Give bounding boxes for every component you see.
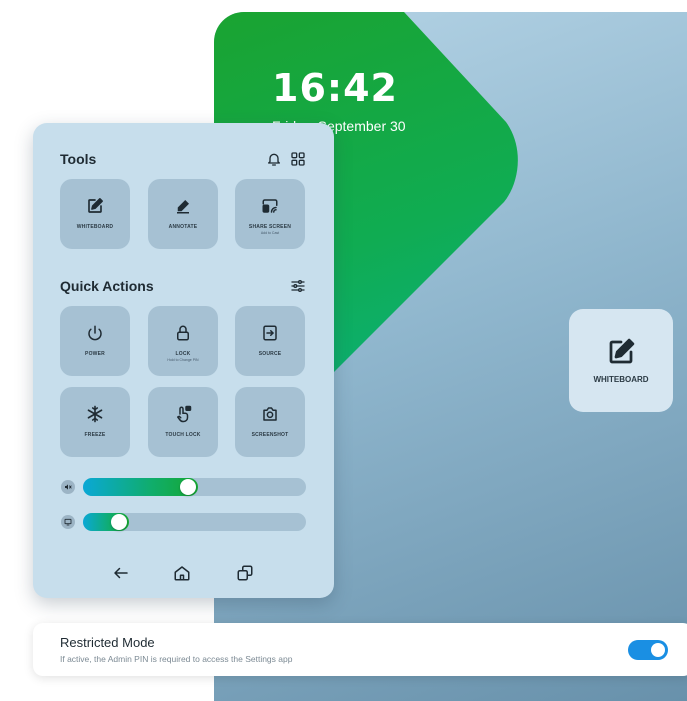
recent-apps-icon[interactable]: [236, 564, 254, 582]
tool-share-screen-button[interactable]: SHARE SCREEN Add to Cast: [235, 179, 305, 249]
tool-sublabel: Add to Cast: [260, 231, 280, 235]
tool-label: SHARE SCREEN: [248, 224, 292, 230]
tools-title: Tools: [60, 151, 97, 167]
action-label: FREEZE: [84, 432, 106, 438]
action-power-button[interactable]: POWER: [60, 306, 130, 376]
action-label: SOURCE: [258, 351, 282, 357]
action-lock-button[interactable]: LOCK Hold to Change PIN: [148, 306, 218, 376]
action-label: POWER: [85, 351, 105, 357]
pen-icon: [177, 200, 189, 214]
whiteboard-icon: [609, 338, 635, 364]
action-label: TOUCH LOCK: [165, 432, 201, 438]
action-label: SCREENSHOT: [251, 432, 289, 438]
action-sublabel: Hold to Change PIN: [167, 358, 199, 362]
source-icon: [263, 325, 277, 341]
volume-slider-knob[interactable]: [179, 479, 196, 495]
back-arrow-icon[interactable]: [112, 564, 130, 582]
lock-icon: [177, 325, 189, 341]
cast-icon: [262, 199, 278, 213]
tool-annotate-button[interactable]: ANNOTATE: [148, 179, 218, 249]
snowflake-icon: [87, 405, 103, 423]
restricted-mode-toggle[interactable]: [628, 640, 668, 660]
touch-lock-icon: [177, 405, 192, 423]
floating-whiteboard-label: WHITEBOARD: [593, 375, 649, 384]
brightness-slider-icon: [61, 515, 75, 529]
tool-label: WHITEBOARD: [76, 224, 114, 230]
action-label: LOCK: [175, 351, 191, 357]
action-source-button[interactable]: SOURCE: [235, 306, 305, 376]
display-icon: [64, 518, 72, 526]
floating-whiteboard-button[interactable]: WHITEBOARD: [569, 309, 673, 412]
brightness-slider[interactable]: [83, 513, 306, 531]
action-freeze-button[interactable]: FREEZE: [60, 387, 130, 457]
tool-whiteboard-button[interactable]: WHITEBOARD: [60, 179, 130, 249]
power-icon: [88, 325, 102, 341]
brightness-slider-knob[interactable]: [110, 514, 127, 530]
control-panel: Tools WHITEBOARD ANNOTATE SHARE SCREEN A…: [33, 123, 334, 598]
toggle-knob: [651, 643, 665, 657]
volume-slider-icon: [61, 480, 75, 494]
grid-icon[interactable]: [290, 151, 306, 167]
quick-actions-title: Quick Actions: [60, 278, 154, 294]
tool-label: ANNOTATE: [168, 224, 198, 230]
bell-icon[interactable]: [266, 151, 282, 167]
whiteboard-icon: [88, 198, 103, 213]
action-screenshot-button[interactable]: SCREENSHOT: [235, 387, 305, 457]
action-touch-lock-button[interactable]: TOUCH LOCK: [148, 387, 218, 457]
sliders-settings-icon[interactable]: [290, 278, 306, 294]
restricted-mode-description: If active, the Admin PIN is required to …: [60, 654, 293, 664]
camera-icon: [263, 407, 277, 421]
restricted-mode-card: Restricted Mode If active, the Admin PIN…: [33, 623, 687, 676]
restricted-mode-title: Restricted Mode: [60, 635, 155, 650]
volume-slider[interactable]: [83, 478, 306, 496]
lockscreen-clock: 16:42: [272, 66, 398, 110]
home-icon[interactable]: [173, 564, 191, 582]
speaker-muted-icon: [65, 484, 72, 490]
